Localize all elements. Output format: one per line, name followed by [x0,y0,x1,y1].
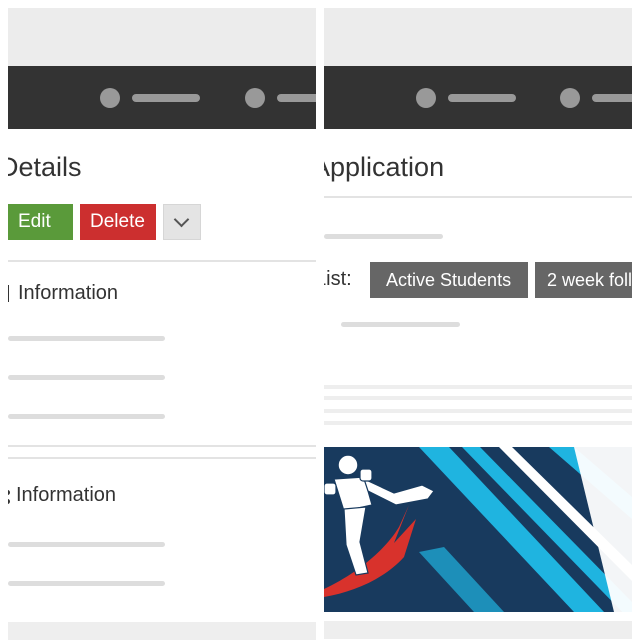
nav-item[interactable] [592,94,632,102]
divider [324,409,632,413]
kickboxer-banner[interactable] [324,447,632,612]
nav-item[interactable] [448,94,516,102]
divider [324,196,632,198]
section-title-cutoff-glyph [8,285,9,302]
divider [8,445,316,447]
glove [324,482,337,496]
nav-item[interactable] [277,94,316,102]
placeholder-line [8,542,165,547]
section-title-cutoff-glyph [8,490,10,495]
nav-icon[interactable] [100,88,120,108]
list-button-active-students[interactable]: Active Students [370,262,528,298]
page-title: Details [8,152,82,182]
nav-icon[interactable] [416,88,436,108]
section-title: Information [16,484,117,506]
bottom-bar [8,622,316,640]
divider [324,421,632,425]
list-button-2-week-follow[interactable]: 2 week foll [535,262,632,298]
divider [324,396,632,400]
page-title: Application [324,152,445,182]
section-title-cutoff-glyph [8,499,10,504]
section-title: Information [18,282,119,304]
placeholder-line [8,414,165,419]
navigation-bar [8,66,316,129]
edit-button[interactable]: Edit [8,204,73,240]
nav-icon[interactable] [560,88,580,108]
delete-button[interactable]: Delete [80,204,156,240]
divider [8,457,316,459]
head [337,454,359,476]
right-panel: Application List: Active Students 2 week… [324,0,632,640]
divider [8,260,316,262]
navigation-bar [324,66,632,129]
placeholder-line [8,336,165,341]
placeholder-line [341,322,460,327]
divider [324,385,632,389]
browser-top-bar [324,8,632,66]
nav-item[interactable] [132,94,200,102]
list-label: List: [324,268,352,290]
placeholder-line [324,234,443,239]
chevron-down-icon [173,211,190,228]
browser-top-bar [8,8,316,66]
placeholder-line [8,581,165,586]
left-panel: Details Edit Delete Information Informat… [8,0,316,640]
nav-icon[interactable] [245,88,265,108]
placeholder-line [8,375,165,380]
more-actions-button[interactable] [163,204,201,240]
glove [359,468,373,482]
bottom-bar [324,621,632,639]
